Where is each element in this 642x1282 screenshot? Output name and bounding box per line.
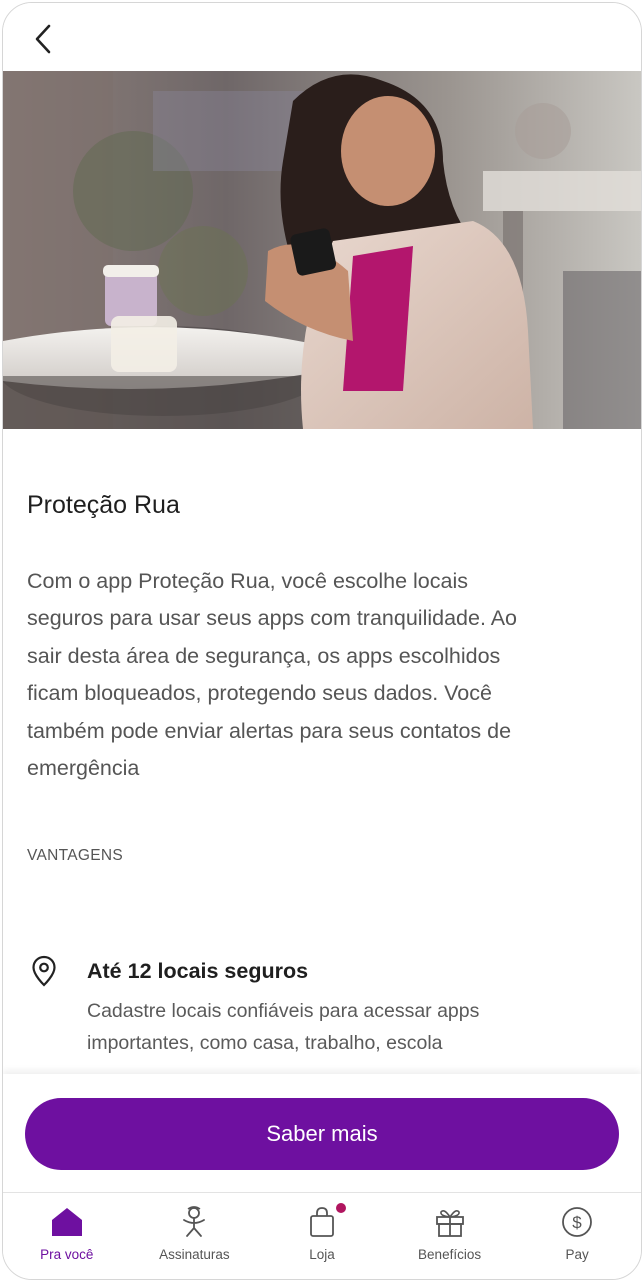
- nav-item-loja[interactable]: Loja: [258, 1193, 386, 1279]
- description-line: emergência: [27, 756, 140, 781]
- phone-screen: Proteção Rua Com o app Proteção Rua, voc…: [2, 2, 642, 1280]
- notification-dot: [335, 1203, 346, 1213]
- home-icon: [51, 1208, 82, 1236]
- nav-label: Pra você: [40, 1247, 94, 1262]
- svg-text:$: $: [572, 1213, 582, 1232]
- gift-icon: [435, 1210, 464, 1237]
- nav-label: Pay: [565, 1247, 589, 1262]
- nav-label: Benefícios: [418, 1247, 482, 1262]
- content-area: Proteção Rua Com o app Proteção Rua, voc…: [3, 429, 641, 1074]
- cta-area: Saber mais: [3, 1074, 641, 1192]
- page-title: Proteção Rua: [27, 491, 180, 519]
- back-button[interactable]: [23, 17, 63, 61]
- nav-item-pay[interactable]: $ Pay: [513, 1193, 641, 1279]
- location-pin-icon: [32, 955, 56, 987]
- nav-label: Loja: [309, 1247, 335, 1262]
- saber-mais-button[interactable]: Saber mais: [25, 1098, 619, 1170]
- benefit-description-line: Cadastre locais confiáveis para acessar …: [87, 1000, 480, 1022]
- nav-item-pra-voce[interactable]: Pra você: [3, 1193, 131, 1279]
- benefit-description: Cadastre locais confiáveis para acessar …: [87, 995, 567, 1059]
- chevron-left-icon: [35, 24, 51, 54]
- nav-item-assinaturas[interactable]: Assinaturas: [131, 1193, 259, 1279]
- top-bar: [3, 3, 641, 71]
- benefit-title: Até 12 locais seguros: [87, 959, 309, 983]
- gift-person-icon: [183, 1206, 206, 1237]
- description: Com o app Proteção Rua, você escolhe loc…: [27, 563, 615, 787]
- benefit-item: Até 12 locais seguros Cadastre locais co…: [27, 951, 617, 1061]
- bottom-nav: Pra você Assinaturas Loja Benefícios $ P…: [3, 1192, 641, 1279]
- nav-item-beneficios[interactable]: Benefícios: [386, 1193, 514, 1279]
- dollar-circle-icon: $: [562, 1207, 593, 1237]
- description-line: seguros para usar seus apps com tranquil…: [27, 606, 518, 631]
- benefit-description-line: importantes, como casa, trabalho, escola: [87, 1032, 443, 1054]
- nav-label: Assinaturas: [159, 1247, 230, 1262]
- description-line: ficam bloqueados, protegendo seus dados.…: [27, 681, 492, 706]
- description-line: Com o app Proteção Rua, você escolhe loc…: [27, 569, 468, 593]
- description-line: sair desta área de segurança, os apps es…: [27, 643, 501, 668]
- hero-image: [3, 71, 641, 429]
- description-line: também pode enviar alertas para seus con…: [27, 718, 512, 743]
- shopping-bag-icon: [310, 1207, 334, 1237]
- section-label-vantagens: VANTAGENS: [27, 847, 124, 864]
